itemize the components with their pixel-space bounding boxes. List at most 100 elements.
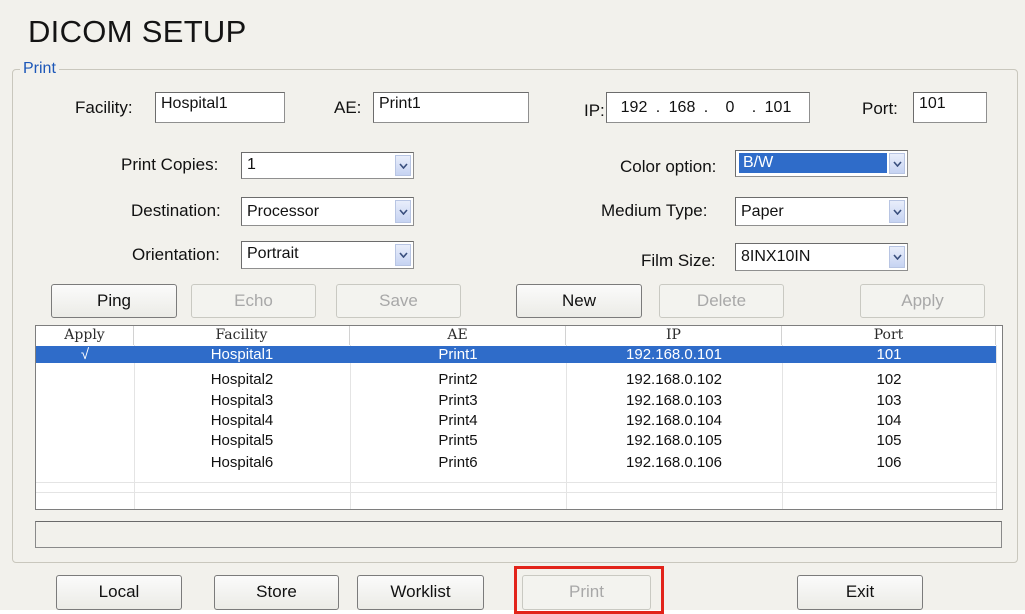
dicom-setup-screen: DICOM SETUP Print Facility: Hospital1 AE… <box>0 0 1025 614</box>
new-button[interactable]: New <box>516 284 642 318</box>
grid-line <box>996 345 997 509</box>
facility-input[interactable]: Hospital1 <box>155 92 285 123</box>
cell-apply <box>36 412 134 429</box>
cell-apply <box>36 392 134 409</box>
table-row[interactable]: Hospital2 Print2 192.168.0.102 102 <box>36 371 996 388</box>
medium-type-label: Medium Type: <box>601 201 708 220</box>
table-row[interactable]: Hospital3 Print3 192.168.0.103 103 <box>36 392 996 409</box>
chevron-down-icon[interactable] <box>889 200 905 223</box>
ip-octet-2[interactable]: 168 <box>663 99 701 117</box>
destination-label: Destination: <box>131 201 221 220</box>
ip-label: IP: <box>584 101 605 120</box>
grid-line <box>36 482 996 483</box>
destination-value: Processor <box>247 203 320 220</box>
orientation-value: Portrait <box>247 245 299 262</box>
cell-apply <box>36 454 134 471</box>
column-header-apply[interactable]: Apply <box>36 326 134 345</box>
cell-facility: Hospital2 <box>210 371 274 388</box>
cell-apply <box>36 371 134 388</box>
chevron-down-icon[interactable] <box>395 200 411 223</box>
cell-port: 106 <box>876 454 902 471</box>
column-header-ae[interactable]: AE <box>350 326 566 345</box>
column-header-facility[interactable]: Facility <box>134 326 350 345</box>
cell-ip: 192.168.0.106 <box>626 454 722 471</box>
cell-apply: √ <box>80 346 90 363</box>
cell-ae: Print3 <box>438 392 478 409</box>
medium-type-select[interactable]: Paper <box>735 197 908 226</box>
print-copies-value: 1 <box>247 156 256 173</box>
orientation-label: Orientation: <box>132 245 220 264</box>
save-button[interactable]: Save <box>336 284 461 318</box>
destination-select[interactable]: Processor <box>241 197 414 226</box>
ip-octet-4[interactable]: 101 <box>759 99 797 117</box>
cell-ae: Print5 <box>438 432 478 449</box>
cell-port: 102 <box>876 371 902 388</box>
film-size-label: Film Size: <box>641 251 716 270</box>
ip-dot: . <box>655 98 661 116</box>
cell-ae: Print4 <box>438 412 478 429</box>
table-row[interactable]: Hospital6 Print6 192.168.0.106 106 <box>36 454 996 471</box>
cell-ip: 192.168.0.103 <box>626 392 722 409</box>
cell-ip: 192.168.0.105 <box>626 432 722 449</box>
ip-octet-1[interactable]: 192 <box>615 99 653 117</box>
cell-ae: Print2 <box>438 371 478 388</box>
cell-port: 103 <box>876 392 902 409</box>
color-option-select[interactable]: B/W <box>735 150 908 177</box>
local-button[interactable]: Local <box>56 575 182 610</box>
cell-ip: 192.168.0.104 <box>626 412 722 429</box>
chevron-down-icon[interactable] <box>889 246 905 268</box>
cell-port: 104 <box>876 412 902 429</box>
ip-dot: . <box>703 98 709 116</box>
cell-port: 105 <box>876 432 902 449</box>
print-button-highlight <box>514 566 664 614</box>
ae-input[interactable]: Print1 <box>373 92 529 123</box>
cell-ip: 192.168.0.102 <box>626 371 722 388</box>
column-header-port[interactable]: Port <box>782 326 996 345</box>
delete-button[interactable]: Delete <box>659 284 784 318</box>
grid-line <box>36 492 996 493</box>
printer-table[interactable]: Apply Facility AE IP Port √ Hospital1 Pr… <box>35 325 1003 510</box>
print-copies-label: Print Copies: <box>121 155 219 174</box>
cell-facility: Hospital6 <box>210 454 274 471</box>
ping-button[interactable]: Ping <box>51 284 177 318</box>
chevron-down-icon[interactable] <box>395 155 411 176</box>
cell-facility: Hospital4 <box>210 412 274 429</box>
color-option-value: B/W <box>739 153 887 173</box>
cell-facility: Hospital1 <box>210 346 274 363</box>
ae-label: AE: <box>334 98 362 117</box>
ip-dot: . <box>751 98 757 116</box>
echo-button[interactable]: Echo <box>191 284 316 318</box>
exit-button[interactable]: Exit <box>797 575 923 610</box>
film-size-value: 8INX10IN <box>741 248 811 265</box>
worklist-button[interactable]: Worklist <box>357 575 484 610</box>
color-option-label: Color option: <box>620 157 717 176</box>
cell-ae: Print6 <box>438 454 478 471</box>
port-label: Port: <box>862 99 898 118</box>
cell-apply <box>36 432 134 449</box>
facility-label: Facility: <box>75 98 133 117</box>
cell-port: 101 <box>876 346 902 363</box>
table-row[interactable]: √ Hospital1 Print1 192.168.0.101 101 <box>36 346 996 363</box>
table-row[interactable]: Hospital5 Print5 192.168.0.105 105 <box>36 432 996 449</box>
ip-address-input[interactable]: 192 . 168 . 0 . 101 <box>606 92 810 123</box>
chevron-down-icon[interactable] <box>889 153 905 174</box>
film-size-select[interactable]: 8INX10IN <box>735 243 908 271</box>
store-button[interactable]: Store <box>214 575 339 610</box>
apply-button[interactable]: Apply <box>860 284 985 318</box>
port-input[interactable]: 101 <box>913 92 987 123</box>
status-bar <box>35 521 1002 548</box>
cell-ip: 192.168.0.101 <box>626 346 722 363</box>
cell-facility: Hospital5 <box>210 432 274 449</box>
orientation-select[interactable]: Portrait <box>241 241 414 269</box>
cell-facility: Hospital3 <box>210 392 274 409</box>
print-group-label: Print <box>20 60 59 78</box>
medium-type-value: Paper <box>741 203 784 220</box>
page-title: DICOM SETUP <box>28 14 247 49</box>
table-header: Apply Facility AE IP Port <box>36 326 996 345</box>
chevron-down-icon[interactable] <box>395 244 411 266</box>
ip-octet-3[interactable]: 0 <box>711 99 749 117</box>
table-row[interactable]: Hospital4 Print4 192.168.0.104 104 <box>36 412 996 429</box>
cell-ae: Print1 <box>438 346 478 363</box>
print-copies-select[interactable]: 1 <box>241 152 414 179</box>
column-header-ip[interactable]: IP <box>566 326 782 345</box>
